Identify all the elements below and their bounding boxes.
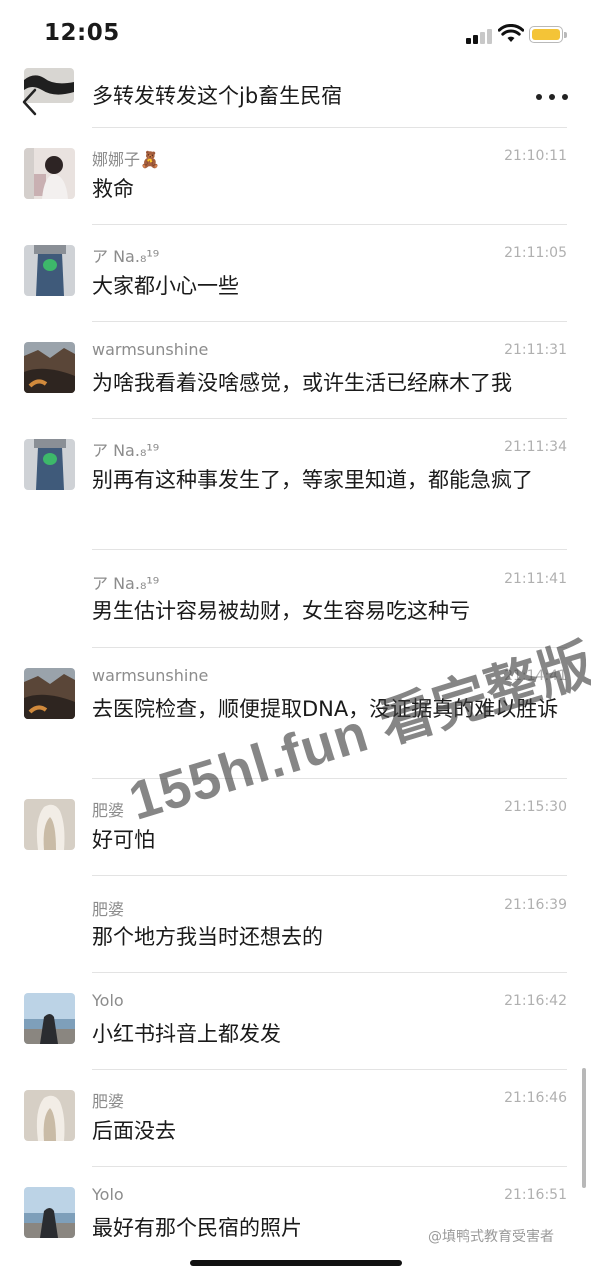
status-time: 12:05 <box>44 20 120 46</box>
message-text: 别再有这种事发生了，等家里知道，都能急疯了 <box>92 468 533 492</box>
sender-name: warmsunshine <box>92 666 209 685</box>
message-time: 21:11:05 <box>504 245 567 261</box>
sender-name: 娜娜子🧸 <box>92 150 160 169</box>
sender-name: Yolo <box>92 991 124 1010</box>
avatar[interactable] <box>24 1187 75 1238</box>
message-time: 21:16:42 <box>504 993 567 1009</box>
message-text: 大家都小心一些 <box>92 274 239 298</box>
message-divider <box>92 321 567 322</box>
battery-icon <box>529 26 567 43</box>
message-text: 那个地方我当时还想去的 <box>92 925 323 949</box>
message-time: 21:16:39 <box>504 897 567 913</box>
status-bar: 12:05 <box>0 0 591 66</box>
message-divider <box>92 549 567 550</box>
message-text: 男生估计容易被劫财，女生容易吃这种亏 <box>92 599 470 623</box>
back-arrow-icon[interactable] <box>20 88 40 116</box>
avatar[interactable] <box>24 993 75 1044</box>
message-time: 21:11:31 <box>504 342 567 358</box>
scrollbar[interactable] <box>582 1068 586 1188</box>
avatar[interactable] <box>24 148 75 199</box>
avatar[interactable] <box>24 342 75 393</box>
signal-icon <box>466 28 494 44</box>
message-time: 21:11:41 <box>504 571 567 587</box>
message-divider <box>92 418 567 419</box>
sender-name: warmsunshine <box>92 340 209 359</box>
message-time: 21:16:51 <box>504 1187 567 1203</box>
message-divider <box>92 127 567 128</box>
corner-watermark: @填鸭式教育受害者 <box>428 1229 554 1245</box>
message-text: 小红书抖音上都发发 <box>92 1022 281 1046</box>
message-divider <box>92 1166 567 1167</box>
message-text: 为啥我看着没啥感觉，或许生活已经麻木了我 <box>92 371 512 395</box>
message-divider <box>92 224 567 225</box>
message-divider <box>92 972 567 973</box>
wifi-icon <box>498 24 524 42</box>
avatar[interactable] <box>24 245 75 296</box>
previous-message-text: 多转发转发这个jb畜生民宿 <box>92 84 343 108</box>
avatar[interactable] <box>24 439 75 490</box>
sender-name: 肥婆 <box>92 1092 125 1111</box>
more-options-icon[interactable] <box>536 94 568 104</box>
sender-name: ア Na.₈¹⁹ <box>92 574 160 593</box>
avatar[interactable] <box>24 668 75 719</box>
avatar[interactable] <box>24 1090 75 1141</box>
sender-name: 肥婆 <box>92 801 125 820</box>
avatar[interactable] <box>24 799 75 850</box>
message-divider <box>92 875 567 876</box>
message-divider <box>92 1069 567 1070</box>
sender-name: Yolo <box>92 1185 124 1204</box>
message-text: 救命 <box>92 177 134 201</box>
sender-name: ア Na.₈¹⁹ <box>92 441 160 460</box>
message-time: 21:16:46 <box>504 1090 567 1106</box>
message-time: 21:10:11 <box>504 148 567 164</box>
message-text: 后面没去 <box>92 1119 176 1143</box>
message-time: 21:11:34 <box>504 439 567 455</box>
message-time: 21:15:30 <box>504 799 567 815</box>
message-text: 好可怕 <box>92 828 155 852</box>
sender-name: ア Na.₈¹⁹ <box>92 247 160 266</box>
sender-name: 肥婆 <box>92 900 125 919</box>
home-indicator[interactable] <box>190 1260 402 1266</box>
